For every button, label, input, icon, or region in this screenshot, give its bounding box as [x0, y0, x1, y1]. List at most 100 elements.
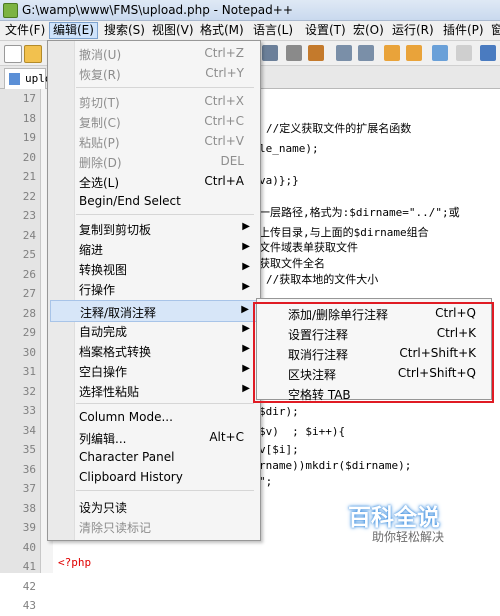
- line-number: 34: [22, 423, 36, 437]
- menu-item-label: Character Panel: [79, 450, 175, 464]
- menu-item-shortcut: Ctrl+X: [204, 94, 244, 108]
- submenu-arrow-icon: ▶: [242, 383, 250, 394]
- menu-item-begin-end-select[interactable]: Begin/End Select: [50, 191, 258, 211]
- line-number: 17: [22, 92, 36, 105]
- title-bar: G:\wamp\www\FMS\upload.php - Notepad++: [0, 0, 500, 21]
- submenu-arrow-icon: ▶: [242, 241, 250, 252]
- menu-item-shortcut: Ctrl+Z: [204, 46, 244, 60]
- line-number: 21: [22, 170, 36, 183]
- menu-item-label: 复制到剪切板: [79, 223, 152, 237]
- menu-item-indent[interactable]: 缩进 ▶: [50, 238, 258, 258]
- line-number: 41: [22, 560, 36, 573]
- edit-menu-dropdown: 撤消(U) Ctrl+Z 恢复(R) Ctrl+Y 剪切(T) Ctrl+X 复…: [47, 40, 261, 541]
- menu-item-shortcut: Ctrl+A: [204, 174, 244, 188]
- menu-item-convert-case[interactable]: 转换视图 ▶: [50, 258, 258, 278]
- code-line: le_name);: [259, 142, 319, 155]
- menu-item-label: 剪切(T): [79, 96, 120, 110]
- menu-format[interactable]: 格式(M): [197, 23, 247, 38]
- menu-item-paste-special[interactable]: 选择性粘贴 ▶: [50, 380, 258, 400]
- sync-scroll-icon[interactable]: [384, 45, 400, 61]
- menu-settings[interactable]: 设置(T): [302, 23, 349, 38]
- menu-item-label: 自动完成: [79, 325, 128, 339]
- menu-run[interactable]: 运行(R): [389, 23, 437, 38]
- menu-language[interactable]: 语言(L): [250, 23, 296, 38]
- menu-item-column-mode[interactable]: Column Mode...: [50, 407, 258, 427]
- indent-guide-icon[interactable]: [480, 45, 496, 61]
- menu-item-undo[interactable]: 撤消(U) Ctrl+Z: [50, 43, 258, 63]
- menu-item-comment-uncomment[interactable]: 注释/取消注释 ▶: [50, 300, 258, 322]
- menu-item-label: 全选(L): [79, 176, 120, 190]
- menu-item-shortcut: Ctrl+V: [204, 134, 244, 148]
- menu-edit[interactable]: 编辑(E): [49, 22, 98, 39]
- menu-item-label: 行操作: [79, 283, 116, 297]
- line-number: 25: [22, 248, 36, 261]
- menu-file[interactable]: 文件(F): [2, 23, 48, 38]
- line-number: 32: [22, 384, 36, 398]
- tab-upload-php[interactable]: uplo: [4, 68, 52, 89]
- word-wrap-icon[interactable]: [432, 45, 448, 61]
- sync-scroll-h-icon[interactable]: [406, 45, 422, 61]
- menu-macro[interactable]: 宏(O): [350, 23, 387, 38]
- line-number: 24: [22, 228, 36, 242]
- code-line: <?php: [58, 556, 92, 569]
- menu-item-paste[interactable]: 粘贴(P) Ctrl+V: [50, 131, 258, 151]
- menu-item-copy-to-clipboard[interactable]: 复制到剪切板 ▶: [50, 218, 258, 238]
- menu-item-shortcut: DEL: [220, 154, 244, 168]
- menu-item-label: 清除只读标记: [79, 521, 152, 535]
- menu-item-redo[interactable]: 恢复(R) Ctrl+Y: [50, 63, 258, 83]
- menu-item-clipboard-history[interactable]: Clipboard History: [50, 467, 258, 487]
- menu-item-label: 空白操作: [79, 365, 128, 379]
- menu-item-label: 缩进: [79, 243, 104, 257]
- menu-item-set-read-only[interactable]: 设为只读: [50, 496, 258, 516]
- menu-item-label: 设为只读: [79, 501, 128, 515]
- line-number: 28: [22, 306, 36, 320]
- line-number: 22: [22, 189, 36, 203]
- menu-plugins[interactable]: 插件(P): [440, 23, 487, 38]
- line-number: 29: [22, 326, 36, 339]
- find-icon[interactable]: [286, 45, 302, 61]
- line-number: 38: [22, 501, 36, 515]
- menu-item-eol-conversion[interactable]: 档案格式转换 ▶: [50, 340, 258, 360]
- menu-item-column-editor[interactable]: 列编辑... Alt+C: [50, 427, 258, 447]
- menu-item-label: 复制(C): [79, 116, 121, 130]
- notepadpp-app-icon: [3, 3, 18, 18]
- menu-item-copy[interactable]: 复制(C) Ctrl+C: [50, 111, 258, 131]
- menu-item-delete[interactable]: 删除(D) DEL: [50, 151, 258, 171]
- open-file-icon[interactable]: [24, 45, 42, 63]
- menu-item-clear-read-only[interactable]: 清除只读标记: [50, 516, 258, 536]
- highlight-annotation-box: [253, 302, 494, 403]
- submenu-arrow-icon: ▶: [242, 363, 250, 374]
- new-file-icon[interactable]: [4, 45, 22, 63]
- replace-icon[interactable]: [308, 45, 324, 61]
- menu-item-blank-operations[interactable]: 空白操作 ▶: [50, 360, 258, 380]
- show-symbols-icon[interactable]: [456, 45, 472, 61]
- zoom-out-icon[interactable]: [358, 45, 374, 61]
- menu-separator: [76, 490, 254, 491]
- line-number: 33: [22, 404, 36, 417]
- menu-view[interactable]: 视图(V): [149, 23, 197, 38]
- menu-item-shortcut: Alt+C: [209, 430, 244, 444]
- line-number: 43: [22, 599, 36, 612]
- menu-item-line-operations[interactable]: 行操作 ▶: [50, 278, 258, 298]
- menu-separator: [76, 403, 254, 404]
- submenu-arrow-icon: ▶: [242, 261, 250, 272]
- menu-item-label: 恢复(R): [79, 68, 121, 82]
- line-number: 26: [22, 267, 36, 281]
- menu-item-select-all[interactable]: 全选(L) Ctrl+A: [50, 171, 258, 191]
- menu-item-label: 撤消(U): [79, 48, 122, 62]
- redo-icon[interactable]: [262, 45, 278, 61]
- menu-search[interactable]: 搜索(S): [101, 23, 148, 38]
- line-number: 31: [22, 365, 36, 378]
- menu-item-character-panel[interactable]: Character Panel: [50, 447, 258, 467]
- line-number: 36: [22, 462, 36, 476]
- watermark-tagline: 助你轻松解决: [372, 530, 445, 544]
- menu-item-auto-completion[interactable]: 自动完成 ▶: [50, 320, 258, 340]
- code-line: 一层路径,格式为:$dirname="../";或: [259, 206, 460, 219]
- menu-window[interactable]: 窗: [488, 23, 500, 38]
- line-number: 19: [22, 131, 36, 144]
- line-number: 30: [22, 345, 36, 359]
- submenu-arrow-icon: ▶: [241, 304, 249, 315]
- code-line: rname))mkdir($dirname);: [259, 459, 412, 472]
- zoom-in-icon[interactable]: [336, 45, 352, 61]
- menu-item-cut[interactable]: 剪切(T) Ctrl+X: [50, 91, 258, 111]
